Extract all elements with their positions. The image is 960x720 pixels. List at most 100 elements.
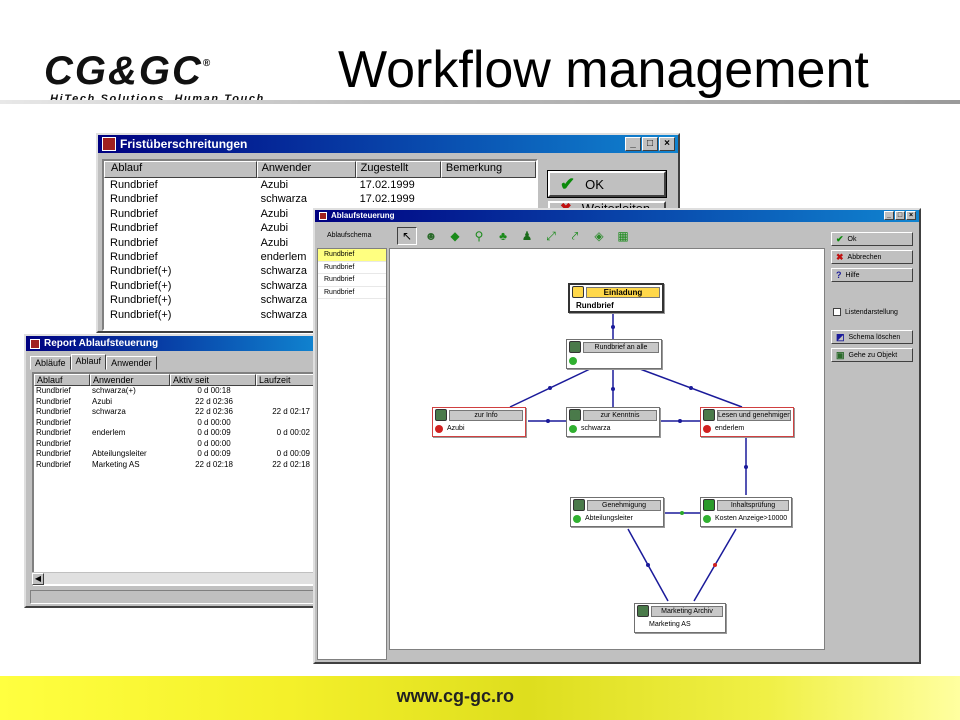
edge-marker	[548, 386, 552, 390]
workflow-canvas[interactable]: Einladung Rundbrief Rundbrief an alle zu…	[389, 248, 825, 650]
report-window-titlebar[interactable]: Report Ablaufsteuerung	[26, 336, 318, 351]
table-cell	[256, 439, 316, 450]
node-zur-kenntnis[interactable]: zur Kenntnis schwarza	[566, 407, 660, 437]
footer-bar: www.cg-gc.ro	[0, 676, 960, 720]
table-cell: 0 d 00:18	[197, 386, 231, 395]
ok-button[interactable]: ✔ Ok	[831, 232, 913, 246]
schema-loeschen-button[interactable]: ◩ Schema löschen	[831, 330, 913, 344]
group-tool-icon[interactable]: ♟	[517, 227, 537, 245]
table-row[interactable]: Rundbrief Azubi 22 d 02:36	[34, 397, 316, 408]
table-cell: Rundbrief	[36, 396, 71, 406]
report-list[interactable]: Ablauf Anwender Aktiv seit Laufzeit Rund…	[32, 372, 318, 586]
tab-ablauf[interactable]: Ablauf	[70, 354, 107, 370]
horizontal-scrollbar[interactable]: ◀	[32, 572, 318, 585]
status-bar	[30, 590, 314, 604]
check-icon: ✔	[560, 173, 576, 194]
merge-tool-icon[interactable]: ♣	[493, 227, 513, 245]
table-cell: Marketing AS	[92, 459, 140, 469]
footer-url[interactable]: www.cg-gc.ro	[397, 686, 514, 707]
edge-marker	[546, 419, 550, 423]
tab-anwender[interactable]: Anwender	[106, 356, 157, 370]
user-task-tool-icon[interactable]: ☻	[421, 227, 441, 245]
schema-item[interactable]: Rundbrief	[318, 287, 386, 299]
table-cell: Azubi	[92, 396, 113, 406]
close-button[interactable]: ×	[659, 137, 675, 151]
table-row[interactable]: Rundbrief schwarza 22 d 02:36 22 d 02:17	[34, 407, 316, 418]
table-cell: 0 d 00:09	[276, 449, 310, 458]
node-rundbrief-an-alle[interactable]: Rundbrief an alle	[566, 339, 662, 369]
check-icon: ✔	[836, 233, 844, 244]
minimize-button[interactable]: _	[884, 211, 894, 220]
logo-wordmark: CG&GC®	[44, 49, 213, 93]
column-header-anwender[interactable]: Anwender	[90, 374, 170, 386]
column-header-aktiv-seit[interactable]: Aktiv seit	[170, 374, 256, 386]
pointer-tool-icon[interactable]: ↖	[397, 227, 417, 245]
node-marketing-archiv[interactable]: Marketing Archiv Marketing AS	[634, 603, 726, 633]
grid-tool-icon[interactable]: ▦	[613, 227, 633, 245]
node-zur-info[interactable]: zur Info Azubi	[432, 407, 526, 437]
minimize-button[interactable]: _	[625, 137, 641, 151]
column-header-bemerkung[interactable]: Bemerkung	[440, 161, 536, 178]
node-lesen-und-genehmigen[interactable]: Lesen und genehmigen enderlem	[700, 407, 794, 437]
column-header-laufzeit[interactable]: Laufzeit	[256, 374, 316, 386]
table-cell: 0 d 00:00	[197, 438, 231, 448]
schema-item[interactable]: Rundbrief	[318, 249, 386, 262]
process-tool-icon[interactable]: ◆	[445, 227, 465, 245]
table-cell: Rundbrief	[36, 428, 71, 437]
schema-item[interactable]: Rundbrief	[318, 262, 386, 274]
maximize-button[interactable]: □	[895, 211, 905, 220]
user-icon	[573, 499, 585, 511]
link-tool-icon[interactable]: ⤤	[565, 227, 585, 245]
table-cell: Rundbrief	[36, 386, 71, 395]
node-einladung[interactable]: Einladung Rundbrief	[568, 283, 664, 313]
scroll-left-icon[interactable]: ◀	[32, 573, 44, 585]
table-cell	[441, 192, 536, 206]
table-row[interactable]: Rundbrief schwarza(+) 0 d 00:18	[34, 386, 316, 397]
frist-window-titlebar[interactable]: Fristüberschreitungen	[98, 135, 678, 153]
table-cell	[90, 418, 170, 429]
node-genehmigung[interactable]: Genehmigung Abteilungsleiter	[570, 497, 664, 527]
table-row[interactable]: Rundbrief Abteilungsleiter 0 d 00:09 0 d 00…	[34, 449, 316, 460]
ablauf-window-titlebar[interactable]: Ablaufsteuerung	[315, 210, 919, 222]
column-header-ablauf[interactable]: Ablauf	[104, 161, 257, 178]
table-cell: Rundbrief(+)	[110, 308, 172, 321]
table-cell: enderlem	[92, 428, 126, 437]
eraser-tool-icon[interactable]: ◈	[589, 227, 609, 245]
table-row[interactable]: Rundbrief Marketing AS 22 d 02:18 22 d 02:1…	[34, 460, 316, 471]
table-cell: 22 d 02:36	[195, 396, 233, 406]
close-button[interactable]: ×	[906, 211, 916, 220]
table-row[interactable]: Rundbrief enderlem 0 d 00:09 0 d 00:02	[34, 428, 316, 439]
column-header-ablauf[interactable]: Ablauf	[34, 374, 90, 386]
table-cell: Rundbrief	[110, 250, 158, 263]
document-icon	[572, 286, 584, 298]
app-icon	[102, 137, 116, 151]
table-cell: Rundbrief	[36, 438, 71, 448]
node-inhaltspruefung[interactable]: Inhaltsprüfung Kosten Anzeige>10000	[700, 497, 792, 527]
checkbox-icon	[833, 308, 841, 316]
column-header-anwender[interactable]: Anwender	[256, 161, 356, 178]
ablauf-window: Ablaufsteuerung _ □ × Ablaufschema Rundb…	[313, 208, 921, 664]
user-icon	[569, 409, 581, 421]
report-window-title: Report Ablaufsteuerung	[44, 338, 159, 349]
user-icon	[637, 605, 649, 617]
schema-pane: Ablaufschema Rundbrief Rundbrief Rundbri…	[317, 224, 387, 660]
table-row[interactable]: Rundbrief Azubi 17.02.1999	[104, 178, 536, 192]
gehe-zu-objekt-button[interactable]: ▣ Gehe zu Objekt	[831, 348, 913, 362]
schema-label: Ablaufschema	[327, 232, 372, 239]
table-row[interactable]: Rundbrief 0 d 00:00	[34, 439, 316, 450]
listendarstellung-checkbox[interactable]: Listendarstellung	[833, 308, 898, 316]
table-cell: Rundbrief	[36, 459, 71, 469]
connector-tool-icon[interactable]: ⤢	[541, 227, 561, 245]
table-row[interactable]: Rundbrief 0 d 00:00	[34, 418, 316, 429]
schema-list[interactable]: Rundbrief Rundbrief Rundbrief Rundbrief	[317, 248, 387, 660]
abbrechen-button[interactable]: ✖ Abbrechen	[831, 250, 913, 264]
column-header-zugestellt[interactable]: Zugestellt	[355, 161, 441, 178]
ok-button[interactable]: ✔ OK	[547, 170, 667, 198]
table-row[interactable]: Rundbrief schwarza 17.02.1999	[104, 192, 536, 206]
hilfe-button[interactable]: ? Hilfe	[831, 268, 913, 282]
split-tool-icon[interactable]: ⚲	[469, 227, 489, 245]
tab-ablaeufe[interactable]: Abläufe	[30, 356, 71, 370]
maximize-button[interactable]: □	[642, 137, 658, 151]
schema-item[interactable]: Rundbrief	[318, 274, 386, 287]
table-cell: Rundbrief	[110, 222, 158, 235]
